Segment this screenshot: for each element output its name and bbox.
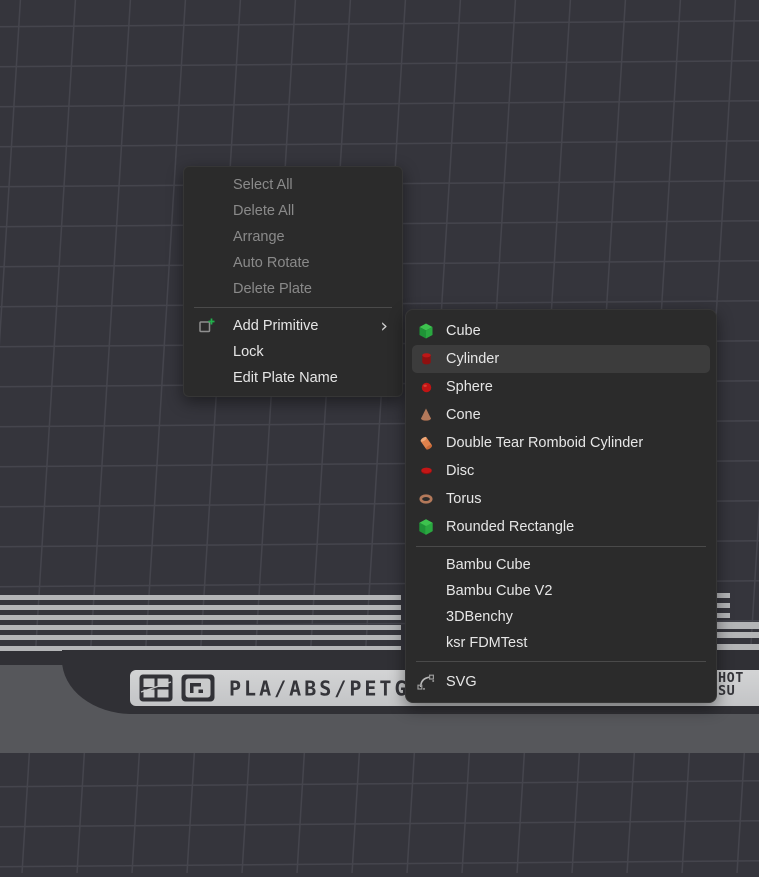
- torus-icon: [414, 493, 438, 505]
- menu-item-add-primitive[interactable]: Add Primitive ›: [184, 313, 402, 339]
- add-primitive-icon: [194, 317, 220, 335]
- bambu-logo-icon: [139, 674, 173, 702]
- menu-divider: [416, 546, 706, 547]
- menu-item-lock[interactable]: Lock ›: [184, 339, 402, 365]
- menu-item-svg[interactable]: SVG ›: [406, 667, 716, 697]
- menu-item-torus[interactable]: Torus ›: [406, 485, 716, 513]
- cylinder-icon: [414, 351, 438, 367]
- menu-item-label: Rounded Rectangle: [446, 519, 574, 535]
- menu-item-rounded-rectangle[interactable]: Rounded Rectangle ›: [406, 513, 716, 541]
- menu-item-edit-plate-name[interactable]: Edit Plate Name ›: [184, 365, 402, 391]
- menu-item-cube[interactable]: Cube ›: [406, 317, 716, 345]
- menu-item-delete-all[interactable]: Delete All ›: [184, 198, 402, 224]
- menu-item-label: SVG: [446, 674, 477, 690]
- menu-item-label: Delete All: [233, 203, 294, 219]
- menu-item-3dbenchy[interactable]: 3DBenchy ›: [406, 604, 716, 630]
- menu-item-bambu-cube[interactable]: Bambu Cube ›: [406, 552, 716, 578]
- menu-item-label: Sphere: [446, 379, 493, 395]
- menu-item-cone[interactable]: Cone ›: [406, 401, 716, 429]
- menu-item-bambu-cube-v2[interactable]: Bambu Cube V2 ›: [406, 578, 716, 604]
- menu-item-double-tear-romboid-cylinder[interactable]: Double Tear Romboid Cylinder ›: [406, 429, 716, 457]
- menu-item-arrange[interactable]: Arrange ›: [184, 224, 402, 250]
- cube-icon: [414, 323, 438, 339]
- menu-item-label: Select All: [233, 177, 293, 193]
- menu-divider: [416, 661, 706, 662]
- double-tear-icon: [414, 435, 438, 452]
- menu-item-label: Cone: [446, 407, 481, 423]
- menu-item-label: Lock: [233, 344, 264, 360]
- plate-material-label: PLA/ABS/PETG: [229, 676, 410, 701]
- menu-item-label: Auto Rotate: [233, 255, 310, 271]
- menu-item-label: Add Primitive: [233, 318, 318, 334]
- menu-item-label: Torus: [446, 491, 481, 507]
- menu-item-label: Bambu Cube V2: [446, 583, 552, 599]
- menu-item-label: Delete Plate: [233, 281, 312, 297]
- menu-item-disc[interactable]: Disc ›: [406, 457, 716, 485]
- menu-item-label: Double Tear Romboid Cylinder: [446, 435, 643, 451]
- menu-item-select-all[interactable]: Select All ›: [184, 172, 402, 198]
- plate-type-icon: [181, 674, 215, 702]
- hot-surface-warning-text: HOT SU: [718, 672, 759, 698]
- cone-icon: [414, 407, 438, 423]
- menu-item-label: Edit Plate Name: [233, 370, 338, 386]
- menu-item-label: Disc: [446, 463, 474, 479]
- menu-item-auto-rotate[interactable]: Auto Rotate ›: [184, 250, 402, 276]
- menu-item-label: 3DBenchy: [446, 609, 513, 625]
- menu-item-delete-plate[interactable]: Delete Plate ›: [184, 276, 402, 302]
- svg-curve-icon: [414, 673, 438, 691]
- rounded-rectangle-icon: [414, 519, 438, 535]
- menu-item-sphere[interactable]: Sphere ›: [406, 373, 716, 401]
- context-menu: Select All › Delete All › Arrange › Auto…: [183, 166, 403, 397]
- menu-item-ksr-fdmtest[interactable]: ksr FDMTest ›: [406, 630, 716, 656]
- sphere-icon: [414, 381, 438, 394]
- add-primitive-submenu: Cube › Cylinder › Sphere › Cone › Double…: [405, 309, 717, 703]
- disc-icon: [414, 465, 438, 477]
- menu-item-label: ksr FDMTest: [446, 635, 527, 651]
- menu-item-cylinder[interactable]: Cylinder ›: [412, 345, 710, 373]
- menu-item-label: Cylinder: [446, 351, 499, 367]
- menu-item-label: Cube: [446, 323, 481, 339]
- menu-item-label: Bambu Cube: [446, 557, 531, 573]
- app-window: { "viewport": { "description": "3D build…: [0, 0, 759, 753]
- menu-divider: [194, 307, 392, 308]
- menu-item-label: Arrange: [233, 229, 285, 245]
